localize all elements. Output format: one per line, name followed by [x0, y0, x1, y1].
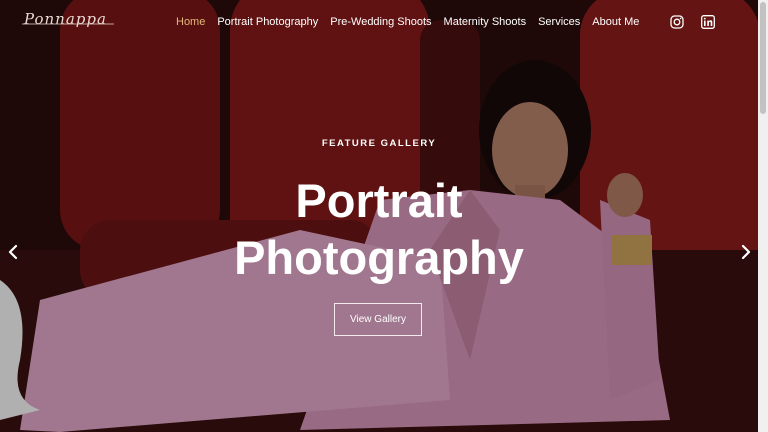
logo-flourish-icon [22, 23, 114, 25]
nav-item-portrait-photography[interactable]: Portrait Photography [217, 16, 318, 28]
hero-title: Portrait Photography [0, 172, 758, 286]
view-gallery-button[interactable]: View Gallery [334, 303, 422, 336]
chevron-left-icon[interactable] [6, 244, 20, 260]
nav-item-pre-wedding-shoots[interactable]: Pre-Wedding Shoots [330, 16, 431, 28]
chevron-right-icon[interactable] [739, 244, 753, 260]
hero-eyebrow: FEATURE GALLERY [321, 138, 437, 149]
scrollbar-thumb[interactable] [760, 2, 766, 114]
nav-item-services[interactable]: Services [538, 16, 580, 28]
main-nav: Home Portrait Photography Pre-Wedding Sh… [176, 16, 651, 28]
nav-item-about-me[interactable]: About Me [592, 16, 639, 28]
top-navbar: Ponnappa Home Portrait Photography Pre-W… [0, 0, 758, 44]
hero-title-line2: Photography [234, 231, 524, 284]
site-logo[interactable]: Ponnappa [24, 10, 107, 28]
hero-title-line1: Portrait [295, 174, 463, 227]
nav-item-home[interactable]: Home [176, 16, 205, 28]
instagram-icon[interactable] [670, 15, 684, 29]
linkedin-icon[interactable] [701, 15, 715, 29]
nav-item-maternity-shoots[interactable]: Maternity Shoots [444, 16, 527, 28]
vertical-scrollbar[interactable] [758, 0, 768, 432]
